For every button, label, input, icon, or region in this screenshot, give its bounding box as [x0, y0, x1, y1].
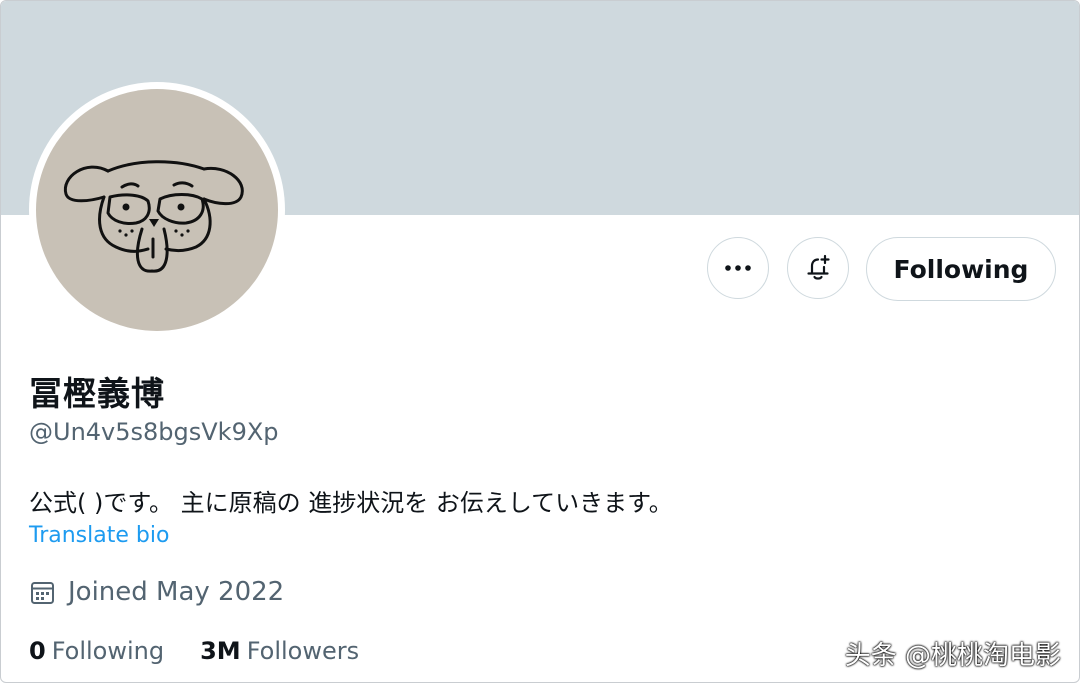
translate-bio-link[interactable]: Translate bio [29, 523, 169, 548]
following-count: 0 [29, 637, 46, 665]
display-name: 冨樫義博 [29, 374, 165, 413]
following-button[interactable]: Following [866, 237, 1056, 301]
more-options-button[interactable] [707, 237, 769, 299]
following-label: Following [51, 637, 165, 665]
profile-bio: 公式( )です。 主に原稿の 進捗状況を お伝えしていきます。 [29, 489, 673, 517]
joined-date-text: Joined May 2022 [68, 577, 285, 607]
followers-count-link[interactable]: 3M Followers [200, 637, 359, 665]
dog-drawing-avatar-image [36, 89, 278, 331]
user-handle: @Un4v5s8bgsVk9Xp [29, 418, 279, 446]
notifications-button[interactable] [787, 237, 849, 299]
bell-plus-icon [807, 254, 830, 280]
avatar[interactable] [36, 89, 278, 331]
following-count-link[interactable]: 0 Following [29, 637, 164, 665]
calendar-icon [29, 579, 56, 606]
joined-date: Joined May 2022 [29, 577, 284, 607]
ellipsis-icon [725, 265, 751, 271]
profile-card: Following 冨樫義博 @Un4v5s8bgsVk9Xp 公式( )です。… [0, 0, 1080, 683]
followers-label: Followers [246, 637, 360, 665]
avatar-border [29, 82, 285, 338]
watermark: 头条 @桃桃淘电影 [844, 641, 1061, 671]
follow-stats: 0 Following 3M Followers [29, 637, 359, 665]
followers-count: 3M [200, 637, 241, 665]
following-button-label: Following [893, 254, 1029, 284]
